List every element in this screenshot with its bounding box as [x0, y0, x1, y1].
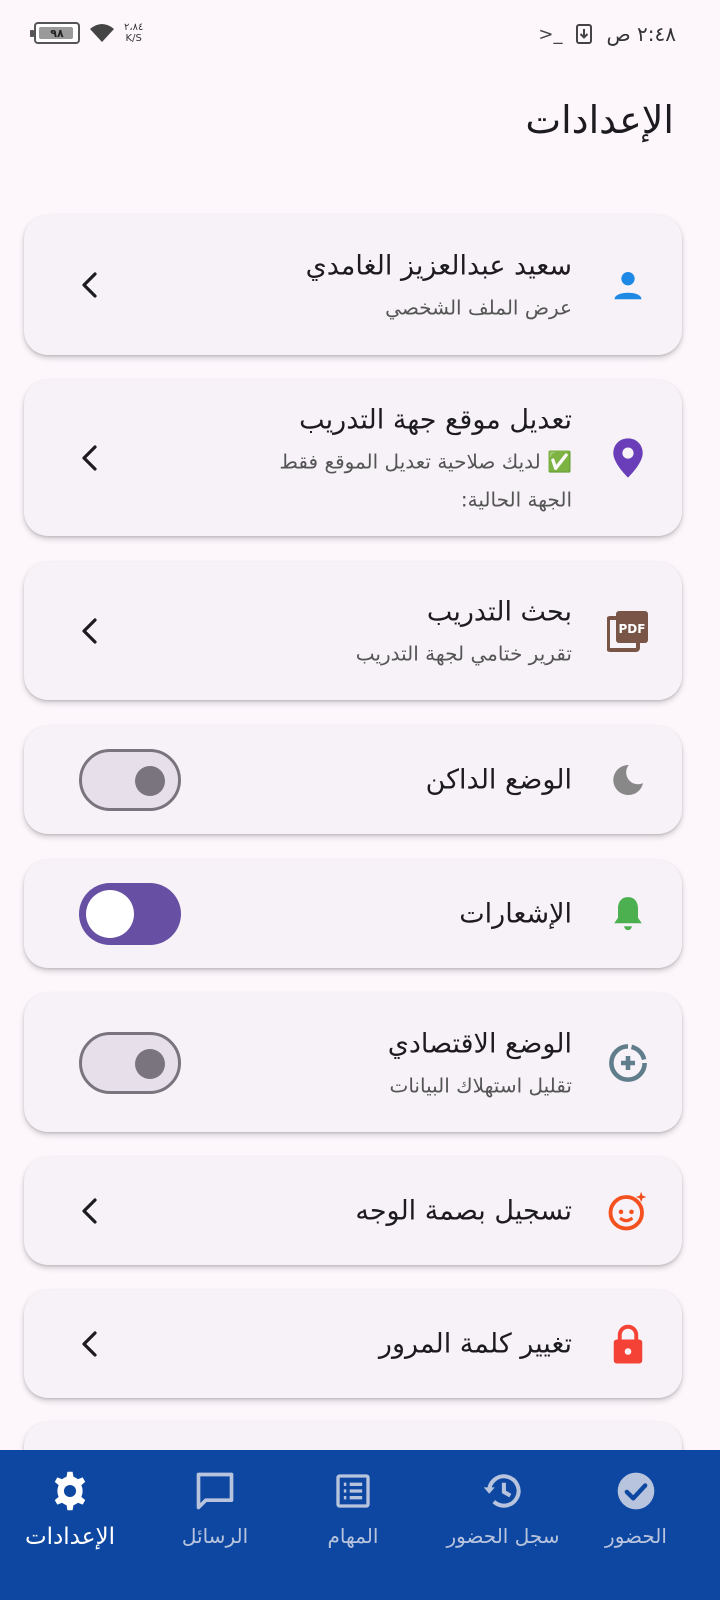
bell-icon — [606, 892, 650, 936]
change-password-texts: تغيير كلمة المرور — [379, 1329, 572, 1360]
data-saver-title: الوضع الاقتصادي — [387, 1028, 572, 1059]
chevron-left-icon — [74, 443, 104, 473]
pdf-icon: PDF — [606, 609, 650, 653]
chevron-left-icon — [74, 270, 104, 300]
chat-icon — [193, 1468, 237, 1514]
training-research-texts: بحث التدريب تقرير ختامي لجهة التدريب — [356, 597, 572, 666]
training-research-card[interactable]: PDF بحث التدريب تقرير ختامي لجهة التدريب — [24, 562, 682, 700]
change-password-title: تغيير كلمة المرور — [378, 1328, 572, 1360]
profile-subtitle: عرض الملف الشخصي — [385, 295, 572, 320]
tasks-icon — [333, 1468, 373, 1514]
face-id-title: تسجيل بصمة الوجه — [355, 1195, 572, 1227]
face-icon — [606, 1189, 650, 1233]
battery-icon: ٩٨ — [30, 22, 80, 44]
chevron-left-icon — [74, 1196, 104, 1226]
nav-label-attendance: الحضور — [605, 1524, 667, 1548]
profile-name: سعيد عبدالعزيز الغامدي — [305, 250, 572, 282]
nav-item-attendance-log[interactable]: سجل الحضور — [433, 1450, 573, 1600]
data-saver-texts: الوضع الاقتصادي تقليل استهلاك البيانات — [388, 1028, 572, 1097]
face-id-texts: تسجيل بصمة الوجه — [355, 1196, 572, 1227]
nav-label-tasks: المهام — [327, 1524, 379, 1548]
data-saver-switch[interactable] — [79, 1031, 181, 1094]
profile-card[interactable]: سعيد عبدالعزيز الغامدي عرض الملف الشخصي — [24, 215, 682, 355]
notifications-title: الإشعارات — [459, 898, 572, 930]
edit-location-current: الجهة الحالية: — [460, 487, 572, 512]
nav-item-settings[interactable]: الإعدادات — [0, 1450, 140, 1600]
chevron-left-icon — [74, 1329, 104, 1359]
location-pin-icon — [606, 436, 650, 480]
edit-location-title: تعديل موقع جهة التدريب — [299, 404, 572, 436]
dark-mode-switch[interactable] — [79, 749, 181, 811]
data-saver-icon — [606, 1041, 650, 1085]
edit-location-texts: تعديل موقع جهة التدريب ✅ لديك صلاحية تعد… — [279, 405, 572, 512]
page-title: الإعدادات — [525, 98, 674, 142]
network-speed-value: ٢،٨٤ — [124, 22, 144, 33]
lock-icon — [606, 1322, 650, 1366]
terminal-icon: >_ — [538, 23, 563, 45]
nav-label-attendance-log: سجل الحضور — [446, 1524, 560, 1548]
notifications-texts: الإشعارات — [459, 899, 572, 930]
edit-location-permission: ✅ لديك صلاحية تعديل الموقع فقط — [279, 449, 572, 474]
edit-location-card[interactable]: تعديل موقع جهة التدريب ✅ لديك صلاحية تعد… — [24, 380, 682, 536]
wifi-icon — [90, 24, 114, 42]
nav-item-tasks[interactable]: المهام — [283, 1450, 423, 1600]
nav-label-settings: الإعدادات — [25, 1524, 115, 1550]
nav-label-messages: الرسائل — [181, 1524, 249, 1548]
change-password-card[interactable]: تغيير كلمة المرور — [24, 1290, 682, 1398]
notifications-card: الإشعارات — [24, 860, 682, 968]
network-speed: ٢،٨٤ K/S — [124, 22, 143, 44]
data-saver-card: الوضع الاقتصادي تقليل استهلاك البيانات — [24, 993, 682, 1132]
svg-text:PDF: PDF — [619, 622, 646, 636]
face-id-card[interactable]: تسجيل بصمة الوجه — [24, 1157, 682, 1265]
dark-mode-title: الوضع الداكن — [425, 764, 572, 796]
download-icon — [576, 24, 593, 44]
network-speed-unit: K/S — [125, 33, 142, 44]
status-left: ٩٨ ٢،٨٤ K/S — [30, 22, 143, 44]
moon-icon — [606, 758, 650, 802]
status-bar: ٩٨ ٢،٨٤ K/S >_ ٢:٤٨ ص — [0, 0, 720, 70]
clock: ٢:٤٨ ص — [606, 22, 676, 46]
dark-mode-texts: الوضع الداكن — [426, 765, 572, 796]
switch-knob — [135, 766, 165, 796]
notifications-switch[interactable] — [79, 883, 181, 945]
person-icon — [606, 263, 650, 307]
switch-knob — [86, 890, 134, 938]
status-right: >_ ٢:٤٨ ص — [538, 22, 676, 46]
history-icon — [481, 1468, 525, 1514]
training-research-subtitle: تقرير ختامي لجهة التدريب — [355, 641, 572, 666]
dark-mode-card: الوضع الداكن — [24, 726, 682, 834]
nav-item-messages[interactable]: الرسائل — [145, 1450, 285, 1600]
switch-knob — [135, 1048, 165, 1079]
nav-item-attendance[interactable]: الحضور — [566, 1450, 706, 1600]
training-research-title: بحث التدريب — [426, 596, 572, 628]
profile-texts: سعيد عبدالعزيز الغامدي عرض الملف الشخصي — [306, 251, 572, 320]
gear-icon — [48, 1468, 92, 1514]
battery-level: ٩٨ — [50, 26, 64, 40]
chevron-left-icon — [74, 616, 104, 646]
bottom-navigation: الإعدادات الرسائل المهام سجل الحضور الحض… — [0, 1450, 720, 1600]
check-circle-icon — [614, 1468, 658, 1514]
data-saver-subtitle: تقليل استهلاك البيانات — [389, 1073, 573, 1097]
